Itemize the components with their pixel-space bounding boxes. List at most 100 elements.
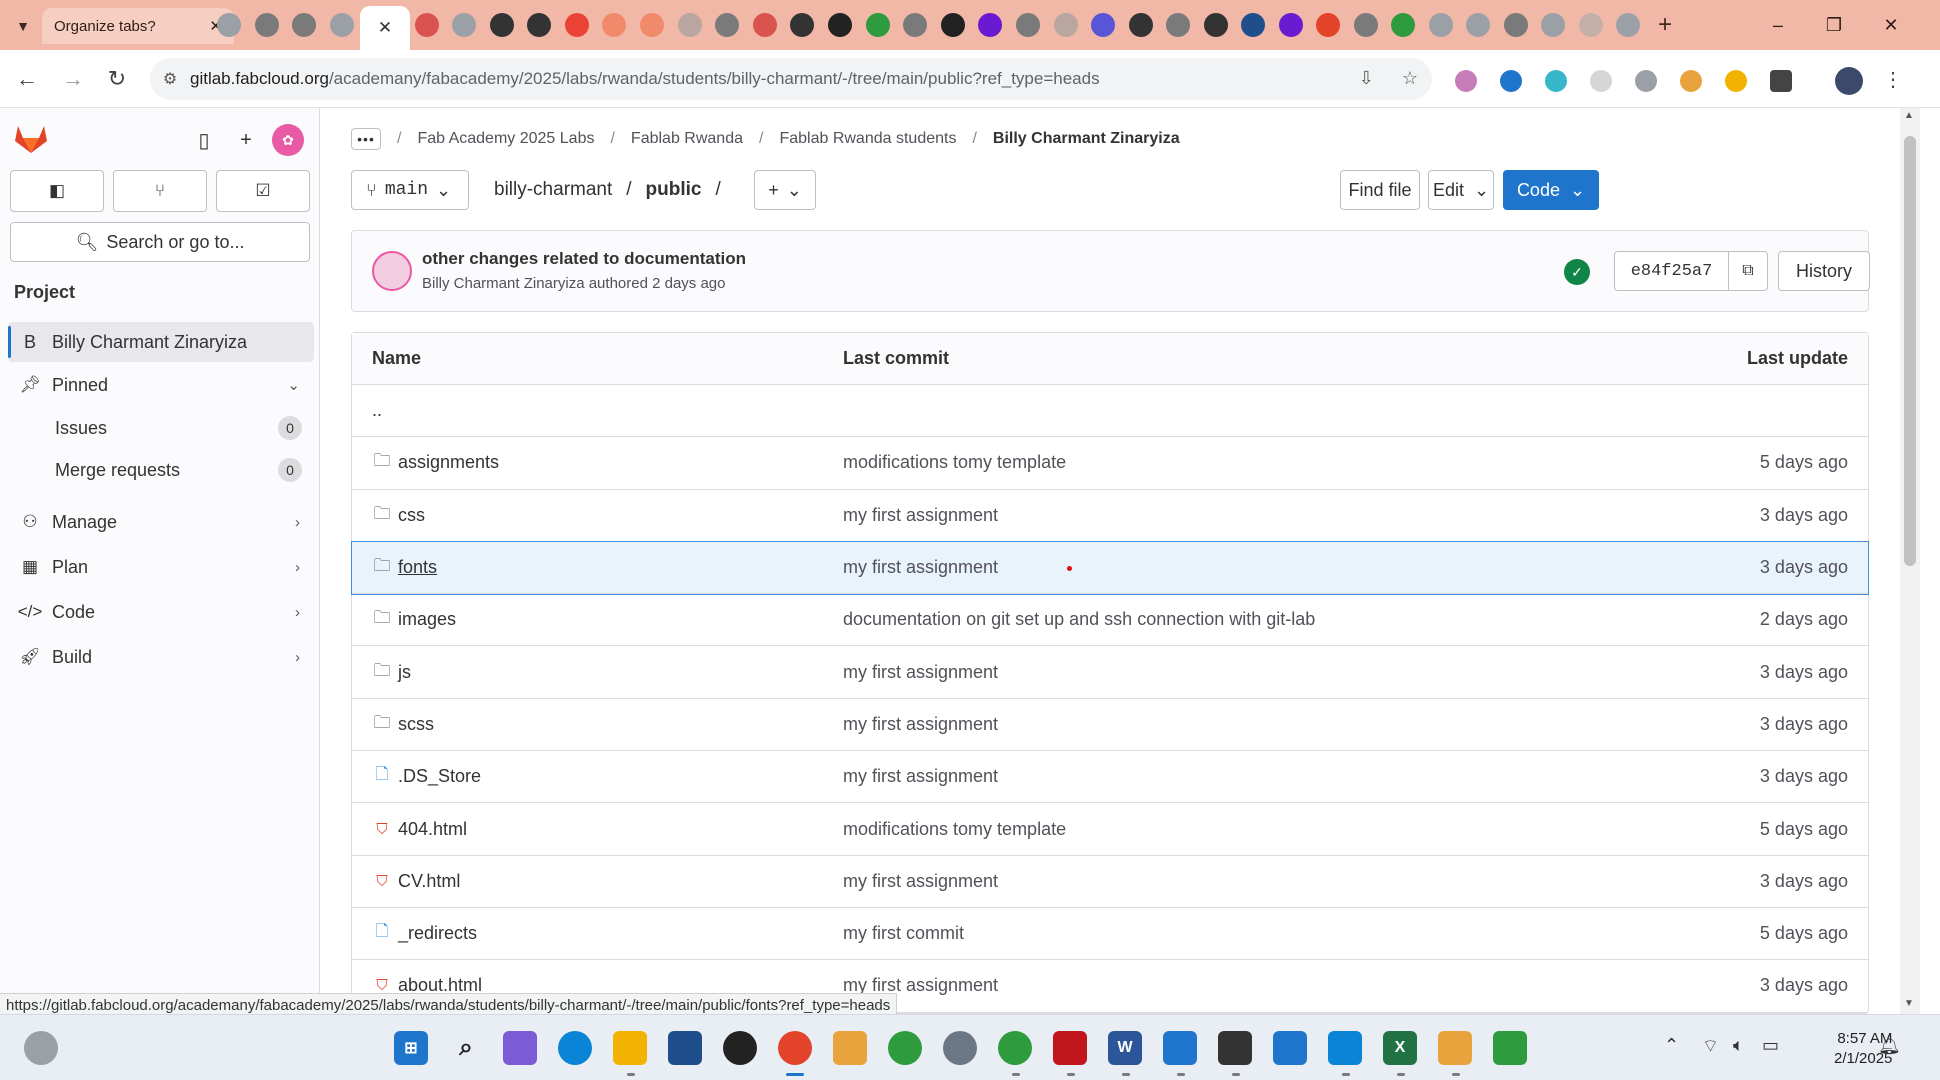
notepad-icon[interactable]	[1163, 1031, 1197, 1065]
add-to-tree-button[interactable]: + ⌄	[754, 170, 816, 210]
file-name-link[interactable]: scss	[398, 714, 434, 735]
forward-button[interactable]: →	[58, 64, 88, 94]
tab-active[interactable]: ✕	[360, 6, 410, 50]
sidebar-item-plan[interactable]: ▦ Plan ›	[8, 547, 314, 587]
copilot-icon[interactable]	[503, 1031, 537, 1065]
close-icon[interactable]: ✕	[378, 18, 392, 38]
gitlab-logo-icon[interactable]	[14, 122, 48, 154]
last-commit-link[interactable]: my first assignment	[843, 766, 1618, 787]
app-icon[interactable]	[24, 1031, 58, 1065]
tab-favicon-icon[interactable]	[828, 13, 852, 37]
chrome-icon[interactable]	[778, 1031, 812, 1065]
breadcrumb-item[interactable]: Fablab Rwanda students	[779, 130, 956, 148]
table-row[interactable]: 🗋 _redirects my first commit 5 days ago	[352, 908, 1868, 961]
extension-icon[interactable]	[1680, 70, 1702, 92]
page-scrollbar[interactable]: ▲ ▼	[1900, 108, 1920, 1014]
last-commit-link[interactable]: my first assignment	[843, 505, 1618, 526]
tab-organize-tabs[interactable]: Organize tabs? ✕	[42, 8, 234, 44]
excel-icon[interactable]: X	[1383, 1031, 1417, 1065]
github-tab-icon[interactable]	[490, 13, 514, 37]
tab-favicon-icon[interactable]	[715, 13, 739, 37]
tab-favicon-icon[interactable]	[640, 13, 664, 37]
word-icon[interactable]: W	[1108, 1031, 1142, 1065]
last-commit-link[interactable]: my first assignment	[843, 975, 1618, 996]
tab-favicon-icon[interactable]	[678, 13, 702, 37]
tab-favicon-icon[interactable]	[415, 13, 439, 37]
search-button[interactable]: 🔍︎ Search or go to...	[10, 222, 310, 262]
search-icon[interactable]: ⌕	[449, 1031, 483, 1065]
last-commit-link[interactable]: my first assignment	[843, 662, 1618, 683]
tab-favicon-icon[interactable]	[978, 13, 1002, 37]
extensions-puzzle-icon[interactable]	[1770, 70, 1792, 92]
file-name-link[interactable]: _redirects	[398, 923, 477, 944]
parent-directory-row[interactable]: ..	[352, 385, 1868, 438]
tab-favicon-icon[interactable]	[1579, 13, 1603, 37]
edit-dropdown-button[interactable]: Edit ⌄	[1428, 170, 1494, 210]
tab-favicon-icon[interactable]	[1166, 13, 1190, 37]
settings-icon[interactable]	[943, 1031, 977, 1065]
tab-search-button[interactable]: ▼	[8, 12, 38, 40]
tab-favicon-icon[interactable]	[1279, 13, 1303, 37]
table-row[interactable]: 🗀 scss my first assignment 3 days ago	[352, 699, 1868, 752]
tab-favicon-icon[interactable]	[255, 13, 279, 37]
file-name-link[interactable]: CV.html	[398, 871, 460, 892]
commit-title[interactable]: other changes related to documentation	[422, 249, 746, 269]
quickbooks-icon[interactable]	[888, 1031, 922, 1065]
sidebar-item-issues[interactable]: Issues 0	[8, 408, 314, 448]
commit-author[interactable]: Billy Charmant Zinaryiza	[422, 275, 585, 292]
sidebar-toggle-icon[interactable]: ▯	[190, 126, 218, 154]
merge-requests-shortcut-icon[interactable]: ⑂	[113, 170, 207, 212]
last-commit-link[interactable]: modifications tomy template	[843, 452, 1618, 473]
windows-start-icon[interactable]: ⊞	[394, 1031, 428, 1065]
find-file-button[interactable]: Find file	[1340, 170, 1420, 210]
path-root-link[interactable]: billy-charmant	[494, 179, 612, 201]
back-button[interactable]: ←	[12, 64, 42, 94]
sidebar-item-pinned[interactable]: 📌︎ Pinned ⌄	[8, 365, 314, 405]
new-tab-button[interactable]: +	[1651, 11, 1679, 39]
notification-bell-icon[interactable]: 🔔︎	[1878, 1035, 1901, 1056]
file-name-link[interactable]: js	[398, 662, 411, 683]
table-row[interactable]: ⛉ CV.html my first assignment 3 days ago	[352, 856, 1868, 908]
tab-favicon-icon[interactable]	[753, 13, 777, 37]
site-info-icon[interactable]: ⚙	[150, 69, 190, 89]
app-icon[interactable]	[833, 1031, 867, 1065]
commit-author-avatar[interactable]	[372, 251, 412, 291]
tab-favicon-icon[interactable]	[1054, 13, 1078, 37]
sidebar-item-build[interactable]: 🚀︎ Build ›	[8, 637, 314, 677]
sidebar-item-manage[interactable]: ⚇ Manage ›	[8, 502, 314, 542]
tab-favicon-icon[interactable]	[1241, 13, 1265, 37]
github-tab-icon[interactable]	[527, 13, 551, 37]
todos-shortcut-icon[interactable]: ☑	[216, 170, 310, 212]
file-name-link[interactable]: images	[398, 609, 456, 630]
app-icon[interactable]	[1273, 1031, 1307, 1065]
solidworks-icon[interactable]	[1053, 1031, 1087, 1065]
file-name-link[interactable]: assignments	[398, 452, 499, 473]
path-current[interactable]: public	[646, 179, 702, 201]
tab-favicon-icon[interactable]	[903, 13, 927, 37]
branch-selector[interactable]: ⑂ main ⌄	[351, 170, 469, 210]
close-window-button[interactable]: ✕	[1871, 10, 1911, 40]
file-name-link[interactable]: .DS_Store	[398, 766, 481, 787]
breadcrumb-current[interactable]: Billy Charmant Zinaryiza	[993, 130, 1180, 148]
reload-button[interactable]: ↻	[102, 64, 132, 94]
tab-favicon-icon[interactable]	[1429, 13, 1453, 37]
last-commit-link[interactable]: my first commit	[843, 923, 1618, 944]
tab-favicon-icon[interactable]	[1316, 13, 1340, 37]
last-commit-link[interactable]: modifications tomy template	[843, 819, 1618, 840]
vscode-icon[interactable]	[1328, 1031, 1362, 1065]
tab-favicon-icon[interactable]	[292, 13, 316, 37]
tab-favicon-icon[interactable]	[602, 13, 626, 37]
tab-favicon-icon[interactable]	[1466, 13, 1490, 37]
sidebar-item-merge-requests[interactable]: Merge requests 0	[8, 450, 314, 490]
install-app-icon[interactable]: ⇩	[1359, 68, 1374, 89]
issues-shortcut-icon[interactable]: ◧	[10, 170, 104, 212]
volume-icon[interactable]: 🔈︎	[1733, 1035, 1744, 1056]
scrollbar-thumb[interactable]	[1904, 136, 1916, 566]
commit-sha[interactable]: e84f25a7	[1615, 252, 1729, 290]
file-name-link[interactable]: css	[398, 505, 425, 526]
last-commit-link[interactable]: my first assignment	[843, 871, 1618, 892]
file-name-link[interactable]: fonts	[398, 557, 437, 578]
tab-favicon-icon[interactable]	[1504, 13, 1528, 37]
tab-favicon-icon[interactable]	[1016, 13, 1040, 37]
breadcrumb-item[interactable]: Fab Academy 2025 Labs	[417, 130, 594, 148]
